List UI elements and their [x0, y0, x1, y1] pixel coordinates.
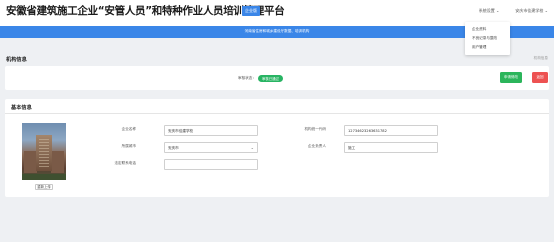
chevron-down-icon: ⌄: [544, 8, 548, 13]
credit-code-input[interactable]: 12734623263631782: [344, 125, 438, 136]
photo-building-wing: [51, 151, 64, 173]
section-title-institution: 机构信息: [6, 57, 27, 63]
back-button[interactable]: 返回: [532, 72, 548, 83]
company-name-input[interactable]: 安庆市佳建学校: [164, 125, 258, 136]
company-name-label: 企业名称: [121, 127, 136, 131]
version-badge: 企业版: [242, 6, 260, 16]
contact-phone-input[interactable]: [164, 159, 258, 170]
status-card: 审核状态： 审核已通过 申请修改 返回: [5, 66, 549, 90]
section-title-basic-info: 基本信息: [11, 105, 32, 111]
dropdown-item-user-management[interactable]: 用户管理: [465, 43, 510, 52]
settings-menu-label: 系统设置: [478, 8, 495, 13]
contact-phone-label: 法定联系电话: [114, 161, 136, 165]
city-select-value: 安庆市: [168, 146, 179, 150]
chevron-down-icon: ⌄: [496, 8, 500, 13]
photo-ground: [22, 174, 66, 180]
breadcrumb: 机构信息: [533, 56, 548, 60]
settings-dropdown: 企业资料 不良记录与整改 用户管理: [465, 22, 510, 55]
status-row: 审核状态： 审核已通过: [238, 75, 283, 82]
basic-info-card: 基本信息 重新上传 企业名称 安庆市佳建学校 机构统一代码 1273462326…: [5, 99, 549, 197]
status-label: 审核状态：: [238, 76, 256, 80]
legal-person-input[interactable]: 施工: [344, 142, 438, 153]
dropdown-item-bad-records[interactable]: 不良记录与整改: [465, 34, 510, 43]
settings-menu[interactable]: 系统设置 ⌄: [479, 8, 500, 14]
status-badge: 审核已通过: [257, 75, 283, 82]
top-right-menu: 系统设置 ⌄ 安庆市佳建学校 ⌄: [479, 8, 548, 14]
divider: [5, 113, 549, 114]
dropdown-item-company-info[interactable]: 企业资料: [465, 25, 510, 34]
company-photo: [22, 123, 66, 180]
legal-person-label: 企业负责人: [308, 144, 326, 148]
credit-code-label: 机构统一代码: [304, 127, 326, 131]
reupload-button[interactable]: 重新上传: [35, 184, 53, 190]
company-menu-label: 安庆市佳建学校: [515, 8, 544, 13]
photo-building-tower: [36, 135, 52, 171]
city-select[interactable]: 安庆市 ⌄: [164, 142, 258, 153]
company-menu[interactable]: 安庆市佳建学校 ⌄: [515, 8, 548, 14]
apply-edit-button[interactable]: 申请修改: [500, 72, 522, 83]
chevron-down-icon: ⌄: [250, 145, 254, 150]
city-label: 所属城市: [121, 144, 136, 148]
